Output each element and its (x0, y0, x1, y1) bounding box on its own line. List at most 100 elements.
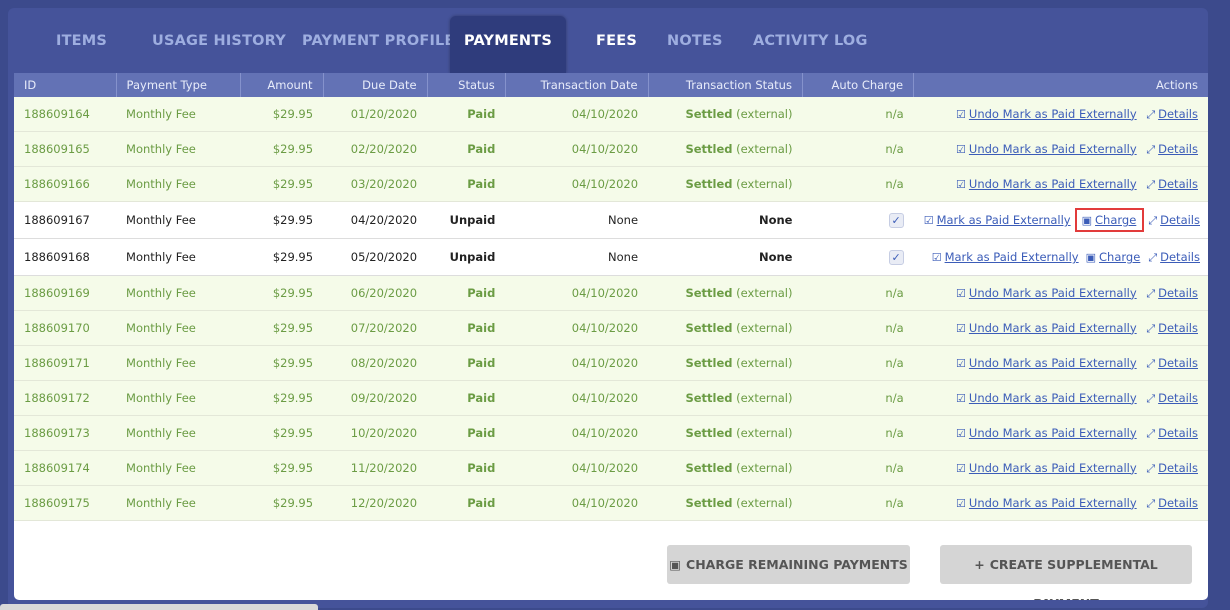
tab-payments[interactable]: PAYMENTS (450, 16, 566, 73)
transaction-status-note: (external) (736, 496, 793, 510)
transaction-status: None (648, 238, 803, 276)
expand-icon: ⤢ (1146, 142, 1156, 156)
row-actions: ☑ Undo Mark as Paid Externally ⤢ Details (913, 166, 1208, 202)
payments-table: ID Payment Type Amount Due Date Status T… (14, 73, 1208, 521)
undo-mark-paid-link[interactable]: Undo Mark as Paid Externally (969, 142, 1137, 156)
tab-usage-history[interactable]: USAGE HISTORY (152, 8, 286, 66)
payment-id: 188609173 (14, 415, 117, 451)
payment-type: Monthly Fee (116, 345, 241, 381)
transaction-status-note: (external) (736, 107, 793, 121)
transaction-status-value: Settled (685, 461, 733, 475)
details-link[interactable]: Details (1160, 213, 1200, 227)
col-header-id[interactable]: ID (14, 73, 117, 97)
payment-id: 188609167 (14, 201, 117, 239)
charge-remaining-payments-button[interactable]: ▣ CHARGE REMAINING PAYMENTS (667, 545, 910, 584)
horizontal-scrollbar[interactable] (0, 604, 318, 610)
details-link[interactable]: Details (1158, 177, 1198, 191)
payment-due-date: 12/20/2020 (323, 485, 428, 521)
payment-due-date: 11/20/2020 (323, 450, 428, 486)
tab-items[interactable]: ITEMS (56, 8, 107, 66)
charge-highlight-box: ▣ Charge (1074, 208, 1145, 232)
undo-mark-paid-link[interactable]: Undo Mark as Paid Externally (969, 496, 1137, 510)
expand-icon: ⤢ (1146, 286, 1156, 300)
col-header-auto-charge[interactable]: Auto Charge (802, 73, 915, 97)
payment-id: 188609170 (14, 310, 117, 346)
charge-link[interactable]: Charge (1095, 213, 1136, 227)
undo-mark-paid-link[interactable]: Undo Mark as Paid Externally (969, 177, 1137, 191)
table-row: 188609168 Monthly Fee $29.95 05/20/2020 … (14, 238, 1208, 276)
details-link[interactable]: Details (1158, 142, 1198, 156)
undo-mark-paid-link[interactable]: Undo Mark as Paid Externally (969, 461, 1137, 475)
undo-mark-paid-link[interactable]: Undo Mark as Paid Externally (969, 391, 1137, 405)
transaction-status: Settled (external) (648, 485, 803, 521)
payments-panel: ID Payment Type Amount Due Date Status T… (14, 73, 1208, 600)
auto-charge: n/a (802, 450, 914, 486)
transaction-status-note: (external) (736, 177, 793, 191)
transaction-status-value: Settled (685, 426, 733, 440)
mark-paid-link[interactable]: Mark as Paid Externally (945, 250, 1079, 264)
payment-due-date: 03/20/2020 (323, 166, 428, 202)
details-link[interactable]: Details (1158, 391, 1198, 405)
check-square-icon: ☑ (956, 107, 966, 121)
details-link[interactable]: Details (1158, 107, 1198, 121)
charge-link[interactable]: Charge (1099, 250, 1140, 264)
payment-type: Monthly Fee (116, 485, 241, 521)
payment-type: Monthly Fee (116, 275, 241, 311)
mark-paid-link[interactable]: Mark as Paid Externally (937, 213, 1071, 227)
payment-status: Paid (427, 275, 506, 311)
col-header-transaction-date[interactable]: Transaction Date (505, 73, 649, 97)
tab-activity-log[interactable]: ACTIVITY LOG (753, 8, 868, 66)
auto-charge: n/a (802, 415, 914, 451)
table-row: 188609164 Monthly Fee $29.95 01/20/2020 … (14, 97, 1208, 132)
payment-amount: $29.95 (240, 131, 324, 167)
row-actions: ☑ Undo Mark as Paid Externally ⤢ Details (913, 380, 1208, 416)
check-square-icon: ☑ (956, 426, 966, 440)
details-link[interactable]: Details (1160, 250, 1200, 264)
row-actions: ☑ Undo Mark as Paid Externally ⤢ Details (913, 450, 1208, 486)
details-link[interactable]: Details (1158, 496, 1198, 510)
col-header-status[interactable]: Status (427, 73, 506, 97)
details-link[interactable]: Details (1158, 356, 1198, 370)
undo-mark-paid-link[interactable]: Undo Mark as Paid Externally (969, 426, 1137, 440)
details-link[interactable]: Details (1158, 286, 1198, 300)
tab-notes[interactable]: NOTES (667, 8, 723, 66)
col-header-transaction-status[interactable]: Transaction Status (648, 73, 803, 97)
payment-due-date: 09/20/2020 (323, 380, 428, 416)
undo-mark-paid-link[interactable]: Undo Mark as Paid Externally (969, 286, 1137, 300)
tab-bar: ITEMS USAGE HISTORY PAYMENT PROFILE PAYM… (8, 8, 1208, 73)
details-link[interactable]: Details (1158, 426, 1198, 440)
col-header-due-date[interactable]: Due Date (323, 73, 428, 97)
payment-status: Paid (427, 97, 506, 132)
details-link[interactable]: Details (1158, 321, 1198, 335)
payment-status: Paid (427, 485, 506, 521)
payment-amount: $29.95 (240, 345, 324, 381)
create-supplemental-payment-button[interactable]: + CREATE SUPPLEMENTAL PAYMENT (940, 545, 1192, 600)
undo-mark-paid-link[interactable]: Undo Mark as Paid Externally (969, 107, 1137, 121)
payment-amount: $29.95 (240, 415, 324, 451)
check-square-icon: ☑ (956, 142, 966, 156)
details-link[interactable]: Details (1158, 461, 1198, 475)
payment-type: Monthly Fee (116, 201, 241, 239)
payment-id: 188609168 (14, 238, 117, 276)
check-square-icon: ☑ (956, 177, 966, 191)
undo-mark-paid-link[interactable]: Undo Mark as Paid Externally (969, 356, 1137, 370)
auto-charge: n/a (802, 275, 914, 311)
transaction-status: Settled (external) (648, 345, 803, 381)
undo-mark-paid-link[interactable]: Undo Mark as Paid Externally (969, 321, 1137, 335)
auto-charge-checkbox[interactable]: ✓ (888, 249, 904, 265)
payment-due-date: 04/20/2020 (323, 201, 428, 239)
check-square-icon: ☑ (956, 391, 966, 405)
table-row: 188609175 Monthly Fee $29.95 12/20/2020 … (14, 485, 1208, 521)
auto-charge: n/a (802, 485, 914, 521)
tab-fees[interactable]: FEES (596, 8, 637, 66)
col-header-payment-type[interactable]: Payment Type (116, 73, 241, 97)
payment-type: Monthly Fee (116, 450, 241, 486)
payment-status: Paid (427, 310, 506, 346)
row-actions: ☑ Undo Mark as Paid Externally ⤢ Details (913, 345, 1208, 381)
col-header-amount[interactable]: Amount (240, 73, 324, 97)
auto-charge: n/a (802, 166, 914, 202)
transaction-status-value: Settled (685, 107, 733, 121)
tab-payment-profile[interactable]: PAYMENT PROFILE (302, 8, 455, 66)
auto-charge: ✓ (802, 238, 914, 276)
auto-charge-checkbox[interactable]: ✓ (888, 212, 904, 228)
